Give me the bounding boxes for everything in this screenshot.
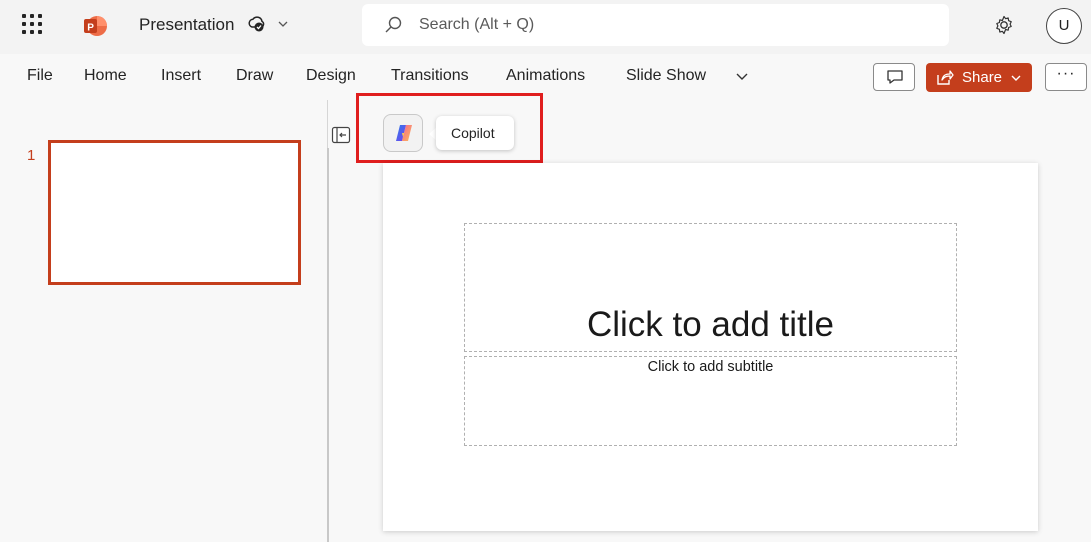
slide-number: 1 <box>27 147 36 164</box>
chevron-down-icon[interactable] <box>735 70 749 84</box>
share-label[interactable]: Share <box>962 69 1002 86</box>
app-launcher-icon[interactable] <box>22 14 42 34</box>
tab-animations[interactable]: Animations <box>506 67 585 85</box>
tab-insert[interactable]: Insert <box>161 67 201 85</box>
more-options-button[interactable]: ··· <box>1045 63 1087 91</box>
comments-icon <box>887 70 903 84</box>
tab-home[interactable]: Home <box>84 67 127 85</box>
avatar[interactable]: U <box>1046 8 1082 44</box>
comments-button[interactable] <box>873 63 915 91</box>
tab-file[interactable]: File <box>27 67 53 85</box>
tab-draw[interactable]: Draw <box>236 67 273 85</box>
gear-icon[interactable] <box>993 14 1015 36</box>
tab-transitions[interactable]: Transitions <box>391 67 469 85</box>
search-placeholder[interactable]: Search (Alt + Q) <box>419 16 534 34</box>
document-title[interactable]: Presentation <box>139 15 234 35</box>
powerpoint-logo-icon: P <box>84 16 107 36</box>
svg-text:P: P <box>87 23 94 34</box>
share-icon <box>937 70 954 85</box>
chevron-down-icon[interactable] <box>276 17 290 31</box>
search-icon <box>385 16 402 33</box>
slide-thumbnail[interactable] <box>48 140 301 285</box>
title-placeholder[interactable]: Click to add title <box>464 305 957 345</box>
collapse-pane-icon[interactable] <box>331 126 351 144</box>
saved-status-icon[interactable] <box>248 15 266 33</box>
tab-slide-show[interactable]: Slide Show <box>626 67 706 85</box>
chevron-down-icon <box>1011 75 1021 81</box>
subtitle-placeholder[interactable]: Click to add subtitle <box>464 359 957 375</box>
tab-design[interactable]: Design <box>306 67 356 85</box>
highlight-box <box>356 93 543 163</box>
pane-resize-handle[interactable] <box>327 148 329 542</box>
